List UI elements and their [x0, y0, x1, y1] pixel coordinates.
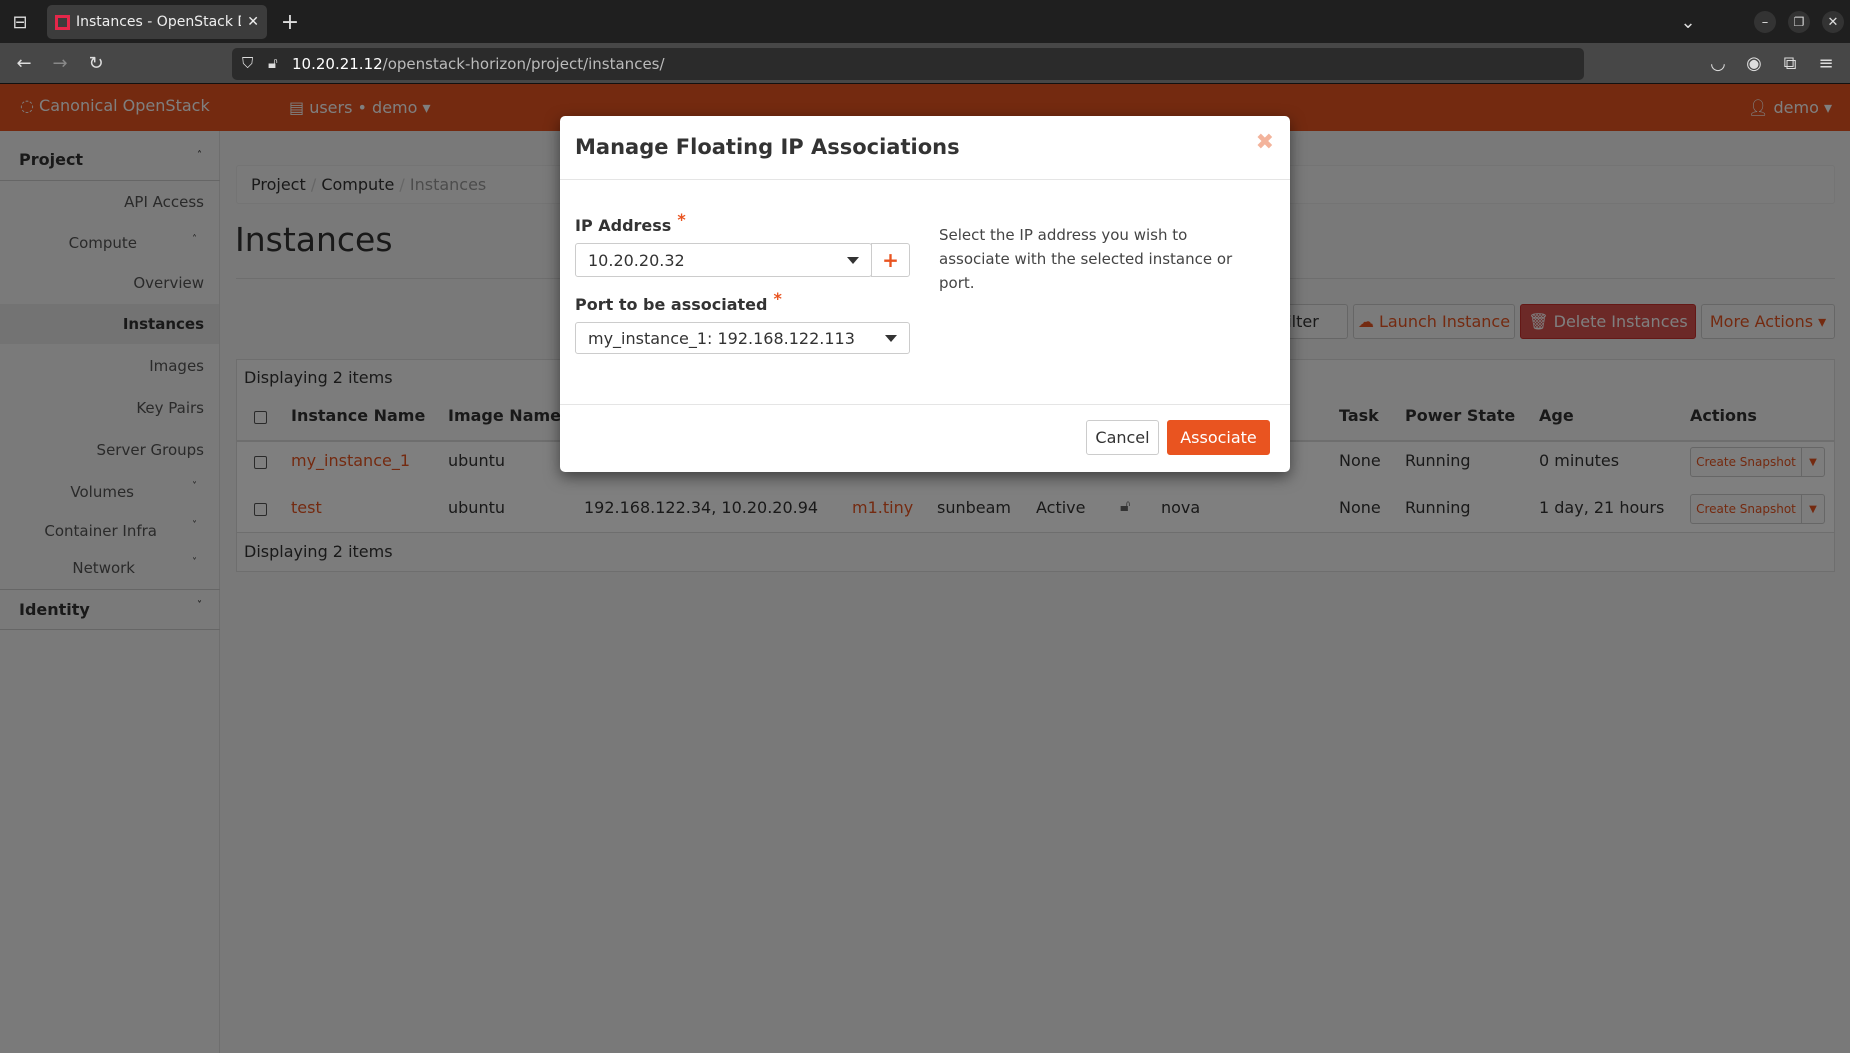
- tab-overview-icon[interactable]: ⊟: [8, 10, 32, 34]
- close-icon[interactable]: ✖: [1256, 130, 1274, 155]
- ip-address-select[interactable]: 10.20.20.32: [575, 243, 872, 277]
- menu-icon[interactable]: ≡: [1814, 51, 1838, 75]
- restore-icon[interactable]: ❐: [1788, 11, 1810, 33]
- associate-button[interactable]: Associate: [1167, 420, 1270, 455]
- url-path: /openstack-horizon/project/instances/: [382, 55, 665, 73]
- reload-icon[interactable]: ↻: [84, 51, 108, 75]
- floating-ip-modal: Manage Floating IP Associations ✖ IP Add…: [560, 116, 1290, 472]
- cancel-button[interactable]: Cancel: [1086, 420, 1159, 455]
- url-bar[interactable]: ⛉ 🔓︎ 10.20.21.12/openstack-horizon/proje…: [232, 48, 1584, 80]
- forward-icon[interactable]: →: [48, 51, 72, 75]
- browser-tab-bar: ⊟ Instances - OpenStack Da ✕ + ⌄ – ❐ ✕: [0, 0, 1850, 43]
- close-tab-icon[interactable]: ✕: [247, 14, 267, 30]
- minimize-icon[interactable]: –: [1754, 11, 1776, 33]
- insecure-lock-icon: 🔓︎: [268, 54, 278, 72]
- back-icon[interactable]: ←: [12, 51, 36, 75]
- shield-icon: ⛉: [242, 54, 254, 72]
- caret-down-icon: [885, 335, 897, 342]
- new-tab-icon[interactable]: +: [278, 10, 302, 35]
- tab-title: Instances - OpenStack Da: [76, 14, 242, 30]
- tab-list-icon[interactable]: ⌄: [1676, 10, 1700, 34]
- url-host: 10.20.21.12: [292, 55, 383, 73]
- caret-down-icon: [847, 257, 859, 264]
- port-label: Port to be associated *: [575, 289, 782, 314]
- openstack-favicon-icon: [55, 14, 70, 30]
- ip-address-label: IP Address *: [575, 210, 686, 235]
- account-icon[interactable]: ◉: [1742, 51, 1766, 75]
- modal-title: Manage Floating IP Associations: [575, 135, 960, 159]
- allocate-ip-plus-button[interactable]: +: [871, 243, 910, 277]
- extensions-icon[interactable]: ⧉: [1778, 51, 1802, 75]
- browser-tab[interactable]: Instances - OpenStack Da ✕: [47, 5, 267, 39]
- port-select[interactable]: my_instance_1: 192.168.122.113: [575, 322, 910, 354]
- help-text: Select the IP address you wish to associ…: [939, 226, 1233, 292]
- close-window-icon[interactable]: ✕: [1822, 11, 1844, 33]
- pocket-icon[interactable]: ◡: [1706, 51, 1730, 75]
